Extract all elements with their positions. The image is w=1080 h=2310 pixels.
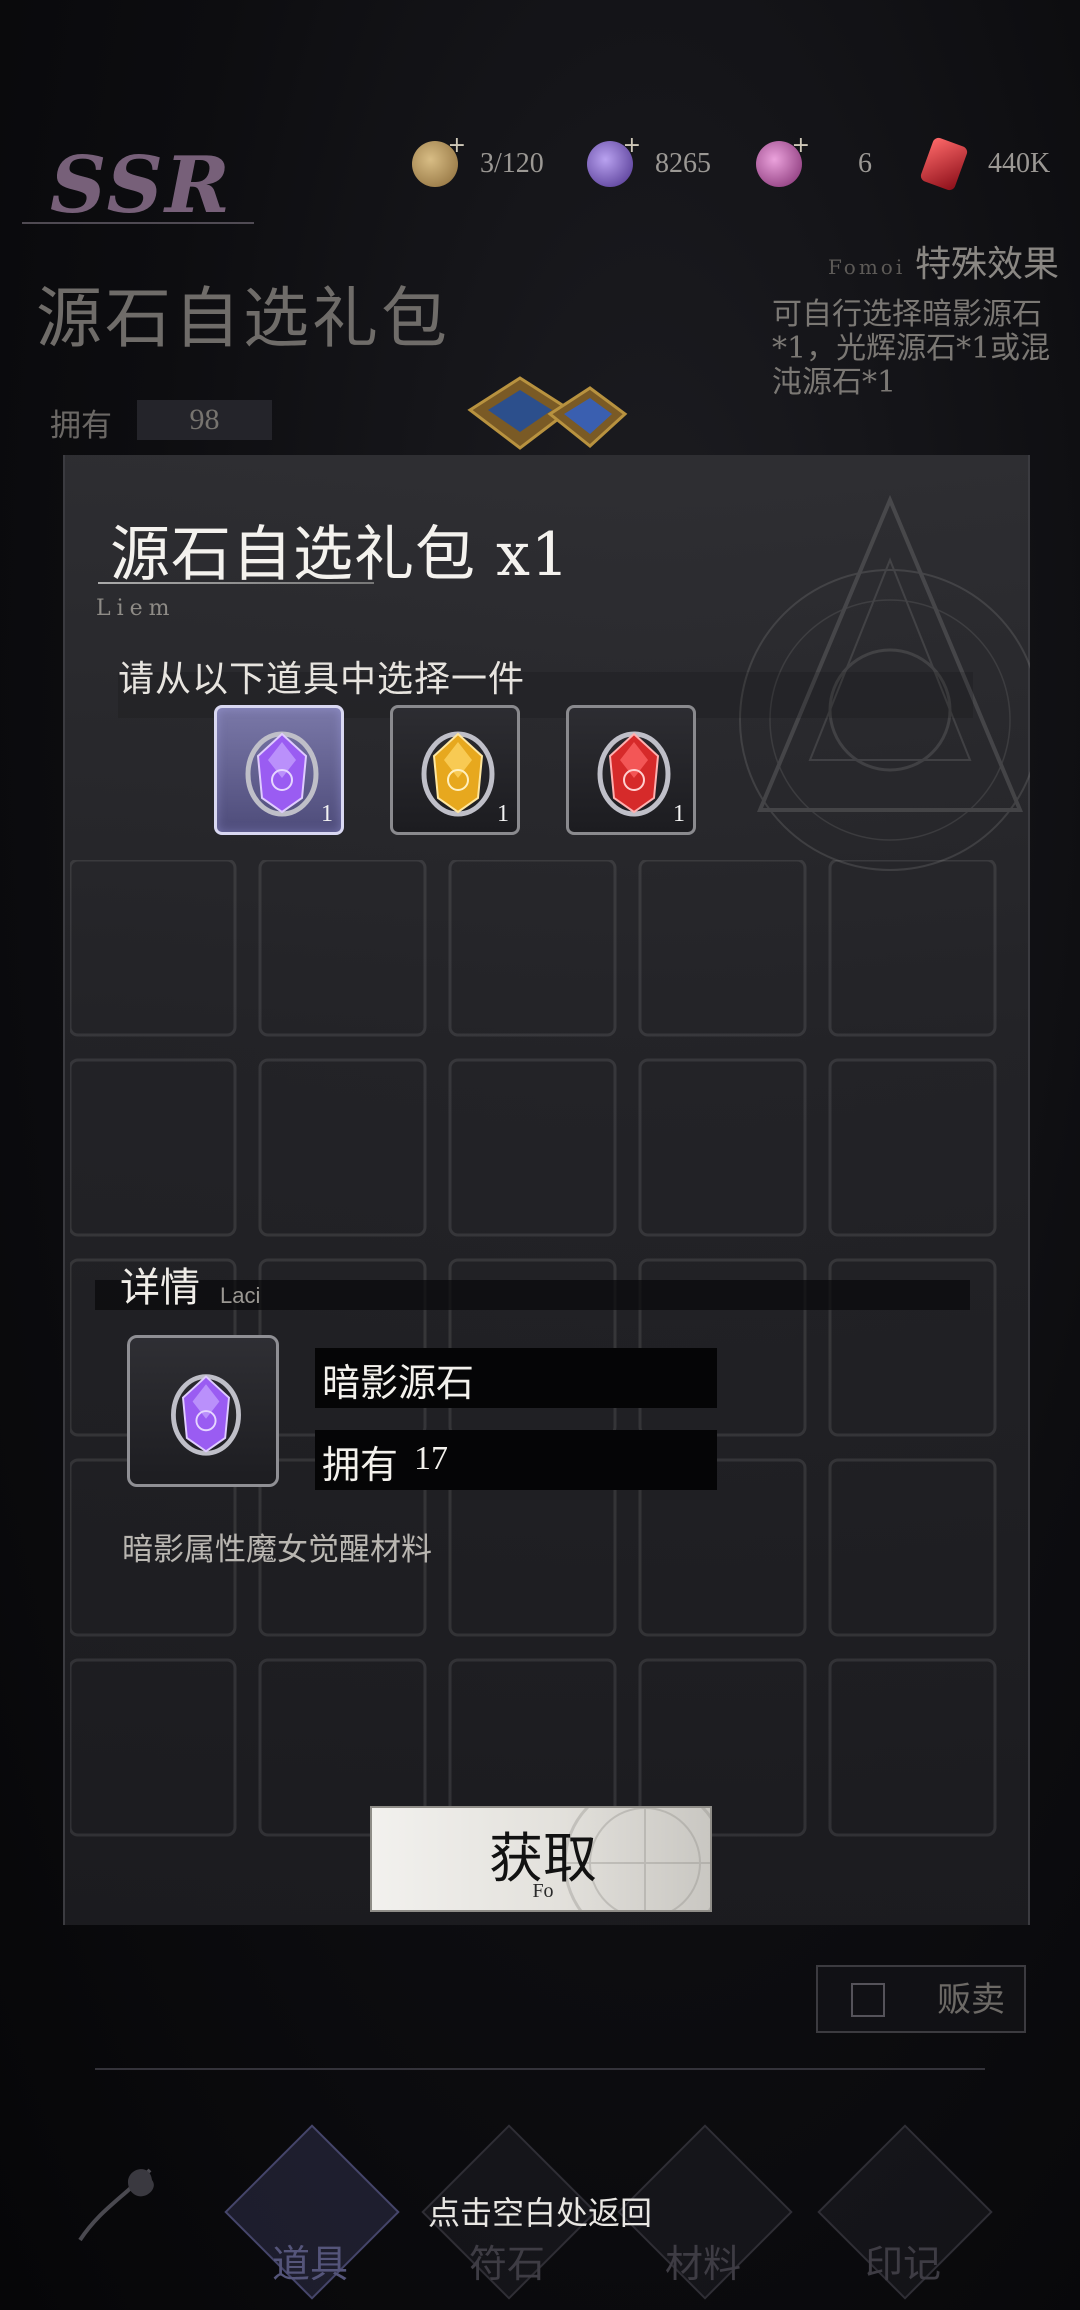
red-crystal-icon xyxy=(919,136,969,192)
currency-value: 8265 xyxy=(655,148,711,179)
currency-value: 440K xyxy=(988,148,1051,179)
nav-label: 印记 xyxy=(864,2242,941,2286)
option-count: 1 xyxy=(497,801,509,827)
currency-pink-orb[interactable]: + 6 xyxy=(756,133,872,192)
currency-red-crystal[interactable]: 440K xyxy=(919,136,1051,192)
detail-item-frame xyxy=(127,1335,279,1487)
effect-title: 特殊效果 xyxy=(915,244,1060,285)
modal-title-underline xyxy=(98,582,374,584)
get-button[interactable]: 获取 Fo xyxy=(370,1806,712,1912)
detail-subtitle: Laci xyxy=(220,1283,261,1308)
effect-subtitle: Fomoi xyxy=(828,255,906,279)
nav-divider xyxy=(95,2068,985,2070)
option-count: 1 xyxy=(321,801,333,827)
detail-item-name: 暗影源石 xyxy=(322,1361,475,1405)
sell-checkbox[interactable] xyxy=(851,1983,885,2017)
effect-description: 可自行选择暗影源石*1，光辉源石*1或混沌源石*1 xyxy=(772,297,1051,400)
rarity-badge: SSR xyxy=(50,140,232,231)
currency-value: 6 xyxy=(858,148,872,179)
gift-box-icon xyxy=(467,376,628,450)
pink-orb-icon: + xyxy=(756,133,810,187)
rarity-underline xyxy=(22,222,254,224)
modal-title-subtitle: Liem xyxy=(96,596,176,621)
modal-title: 源石自选礼包 x1 xyxy=(110,520,571,590)
option-radiant-stone[interactable]: 1 xyxy=(390,705,520,835)
nav-label: 道具 xyxy=(271,2242,348,2286)
scroll-icon: + xyxy=(412,133,466,187)
detail-title: 详情 xyxy=(120,1265,200,1311)
selection-prompt: 请从以下道具中选择一件 xyxy=(118,659,526,700)
nav-label: 符石 xyxy=(468,2242,545,2286)
background-own-label: 拥有 xyxy=(50,408,112,444)
background-own-value: 98 xyxy=(137,400,272,440)
detail-description: 暗影属性魔女觉醒材料 xyxy=(122,1532,432,1568)
currency-value: 3/120 xyxy=(480,148,544,179)
purple-orb-icon: + xyxy=(587,133,641,187)
currency-scroll[interactable]: + 3/120 xyxy=(412,133,544,192)
detail-own-label: 拥有 xyxy=(322,1443,399,1487)
detail-own-value: 17 xyxy=(414,1440,448,1477)
shadow-stone-icon xyxy=(171,1374,241,1456)
background-item-title: 源石自选礼包 xyxy=(36,280,450,357)
tap-to-return-hint[interactable]: 点击空白处返回 xyxy=(0,2188,1080,2234)
option-shadow-stone[interactable]: 1 xyxy=(214,705,344,835)
sell-label: 贩卖 xyxy=(937,1980,1005,2020)
option-count: 1 xyxy=(673,801,685,827)
get-button-sublabel: Fo xyxy=(532,1880,554,1902)
radiant-stone-icon xyxy=(421,731,495,817)
shadow-stone-icon xyxy=(245,731,319,817)
nav-label: 材料 xyxy=(664,2242,741,2286)
option-chaos-stone[interactable]: 1 xyxy=(566,705,696,835)
currency-purple-orb[interactable]: + 8265 xyxy=(587,133,711,192)
chaos-stone-icon xyxy=(597,731,671,817)
